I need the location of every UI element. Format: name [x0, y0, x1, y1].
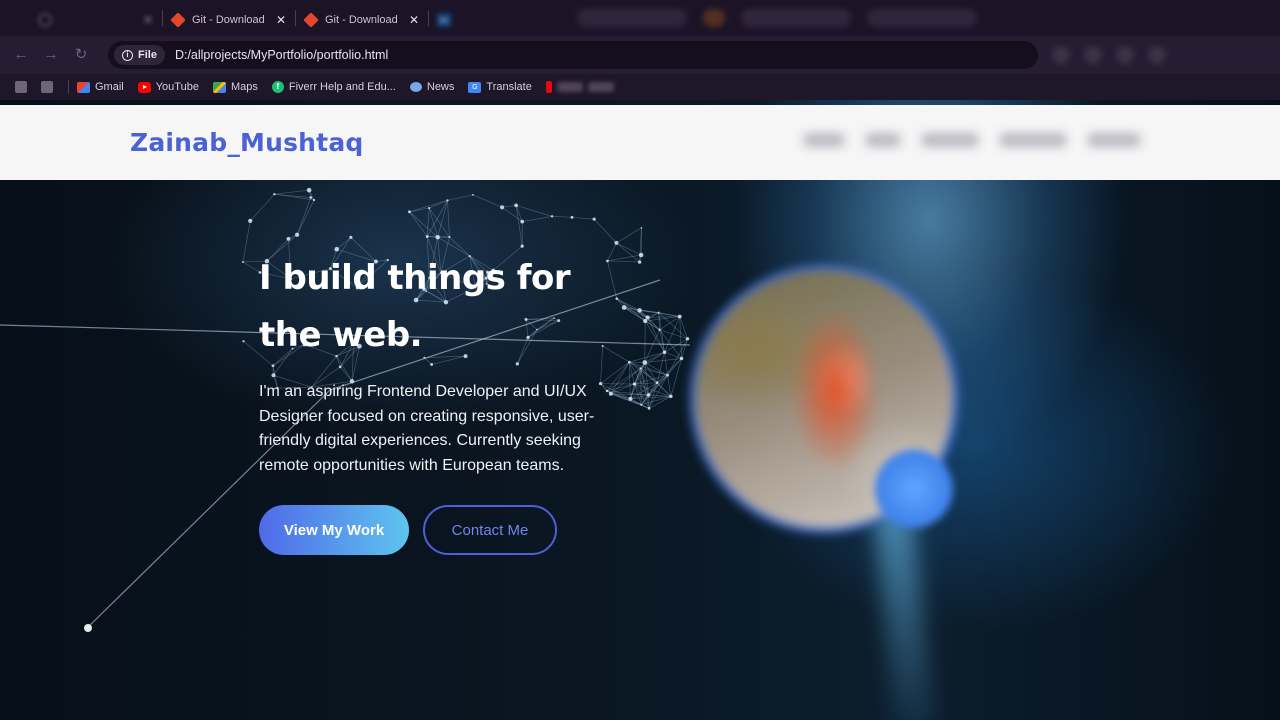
blurred-tab[interactable] [577, 9, 687, 27]
nav-link[interactable] [1088, 133, 1140, 147]
bookmark-youtube[interactable]: YouTube [137, 81, 199, 93]
info-icon: i [122, 49, 133, 61]
tab-title: Git - Download [192, 14, 265, 26]
bookmark-gmail[interactable]: Gmail [77, 81, 124, 93]
bookmarks-bar: Gmail YouTube Maps f Fiverr Help and Edu… [0, 74, 1280, 100]
back-icon[interactable]: ← [10, 44, 32, 66]
git-icon [303, 12, 319, 28]
site-logo[interactable]: Zainab_Mushtaq [130, 128, 364, 157]
url-text[interactable]: D:/allprojects/MyPortfolio/portfolio.htm… [175, 48, 388, 62]
address-bar[interactable]: i File D:/allprojects/MyPortfolio/portfo… [108, 41, 1038, 69]
hero-actions: View My Work Contact Me [259, 505, 557, 555]
menu-icon[interactable] [1148, 46, 1166, 64]
bookmark-netflix[interactable] [545, 81, 614, 93]
linkedin-icon: in [437, 13, 451, 27]
close-icon[interactable]: ✕ [142, 13, 154, 27]
bookmark-translate[interactable]: G Translate [468, 81, 532, 93]
extension-icon[interactable] [1084, 46, 1102, 64]
hero-title: I build things for the web. [259, 258, 571, 355]
nav-link[interactable] [866, 133, 900, 147]
git-icon [170, 12, 186, 28]
hero-description: I'm an aspiring Frontend Developer and U… [259, 383, 595, 474]
bookmark-label: News [426, 81, 455, 93]
globe-icon [38, 13, 52, 27]
bookmark-maps[interactable]: Maps [212, 81, 258, 93]
bookmark-divider [68, 80, 69, 94]
nav-link[interactable] [1000, 133, 1066, 147]
browser-tab-strip: ✕ Git - Download ✕ Git - Download ✕ in [0, 0, 1280, 36]
browser-tab[interactable]: Git - Download ✕ [163, 6, 295, 34]
youtube-icon [137, 81, 151, 93]
bookmark-label: Gmail [95, 81, 124, 93]
gmail-icon [77, 81, 90, 93]
netflix-icon [545, 81, 552, 93]
close-icon[interactable]: ✕ [275, 13, 287, 27]
site-info-chip[interactable]: i File [114, 45, 165, 65]
close-icon[interactable]: ✕ [408, 13, 420, 27]
bookmark-label: Fiverr Help and Edu... [288, 81, 396, 93]
nav-link[interactable] [804, 133, 844, 147]
tab-title: Git - Download [325, 14, 398, 26]
news-icon [409, 82, 422, 92]
blurred-tab[interactable] [741, 9, 851, 27]
network-background-graphic [0, 187, 691, 632]
maps-icon [212, 81, 226, 93]
apps-icon[interactable] [15, 81, 27, 93]
hero-content: I build things for the web. I'm an aspir… [259, 250, 619, 478]
bookmark-label: Maps [230, 81, 258, 93]
site-navbar: Zainab_Mushtaq [0, 105, 1280, 180]
bookmark-news[interactable]: News [409, 81, 455, 93]
grid-icon[interactable] [41, 81, 53, 93]
translate-icon: G [468, 81, 482, 93]
scheme-label: File [138, 49, 157, 61]
fiverr-icon: f [271, 81, 284, 93]
extension-icon[interactable] [1052, 46, 1070, 64]
blurred-tab-icon [703, 9, 725, 27]
bookmark-label: YouTube [155, 81, 199, 93]
bookmark-label: Translate [486, 81, 532, 93]
browser-tab[interactable]: in [429, 6, 561, 34]
profile-badge [875, 450, 953, 528]
reload-icon[interactable]: ↻ [70, 44, 92, 66]
nav-links-blurred [804, 133, 1140, 147]
blurred-bookmark-label [587, 82, 614, 92]
blurred-bookmark-label [556, 82, 583, 92]
blurred-tab[interactable] [867, 9, 977, 27]
profile-icon[interactable] [1116, 46, 1134, 64]
portfolio-page: Zainab_Mushtaq I build things for the we… [0, 100, 1280, 720]
contact-me-button[interactable]: Contact Me [423, 505, 557, 555]
bookmark-fiverr[interactable]: f Fiverr Help and Edu... [271, 81, 396, 93]
browser-tab[interactable]: ✕ [30, 6, 162, 34]
view-my-work-button[interactable]: View My Work [259, 505, 409, 555]
browser-tab[interactable]: Git - Download ✕ [296, 6, 428, 34]
browser-toolbar: ← → ↻ i File D:/allprojects/MyPortfolio/… [0, 36, 1280, 74]
forward-icon[interactable]: → [40, 44, 62, 66]
nav-link[interactable] [922, 133, 978, 147]
